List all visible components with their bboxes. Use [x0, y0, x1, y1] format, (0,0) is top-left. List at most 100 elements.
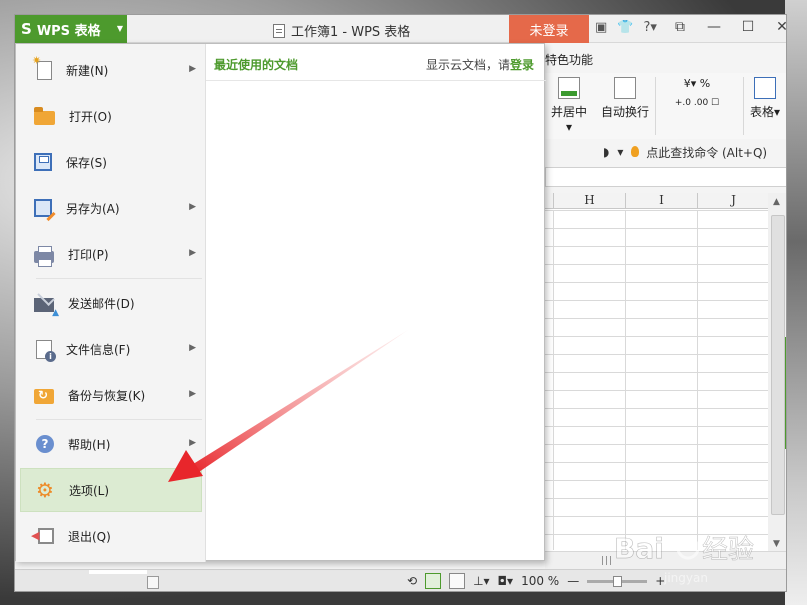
menu-item-label: 另存为(A)	[66, 201, 120, 216]
command-search[interactable]: 点此查找命令 (Alt+Q)	[631, 144, 767, 161]
menu-item-label: 退出(Q)	[68, 529, 111, 544]
menu-item-label: 帮助(H)	[68, 437, 111, 452]
menu-item-label: 文件信息(F)	[66, 342, 131, 357]
menu-item-label: 保存(S)	[66, 155, 107, 170]
menu-item-options[interactable]: ⚙ 选项(L)	[20, 468, 202, 512]
menu-item-save-as[interactable]: 另存为(A) ▶	[20, 186, 202, 230]
window-title: 工作簿1 - WPS 表格	[273, 21, 410, 40]
scroll-thumb[interactable]	[771, 215, 785, 515]
ribbon: 并居中 ▾ 自动换行 ¥▾ % +.0 .00 ☐ 表格▾	[545, 73, 786, 139]
menu-item-exit[interactable]: 退出(Q)	[20, 514, 202, 558]
table-style-button[interactable]: 表格▾	[745, 77, 785, 120]
merge-center-button[interactable]: 并居中 ▾	[547, 77, 591, 134]
app-button-label: WPS 表格	[36, 23, 101, 39]
scroll-down-icon[interactable]: ▼	[773, 539, 780, 549]
menu-item-help[interactable]: ? 帮助(H) ▶	[20, 422, 202, 466]
save-icon	[34, 153, 52, 171]
chevron-right-icon: ▶	[189, 343, 196, 353]
wrap-text-icon	[614, 77, 636, 99]
menu-item-new[interactable]: 新建(N) ▶	[20, 48, 202, 92]
chevron-right-icon: ▶	[189, 202, 196, 212]
menu-item-label: 备份与恢复(K)	[68, 388, 146, 403]
menu-item-save[interactable]: 保存(S)	[20, 140, 202, 184]
column-headers: H I J	[545, 193, 768, 209]
lightbulb-icon	[631, 145, 640, 157]
sheet-tab-area	[89, 570, 147, 574]
spreadsheet-grid[interactable]: H I J	[545, 193, 768, 551]
print-icon	[34, 245, 54, 267]
scroll-up-icon[interactable]: ▲	[773, 197, 780, 207]
desktop-background-right	[785, 0, 807, 605]
wps-spreadsheet-window: S WPS 表格 ▼ 工作簿1 - WPS 表格 未登录 ▣ 👕 ?▾ ⧉ — …	[14, 14, 787, 592]
ribbon-separator	[655, 77, 656, 135]
wps-logo-icon: S	[21, 20, 32, 38]
table-style-label: 表格	[749, 105, 774, 119]
save-as-icon	[34, 199, 52, 217]
page-break-view-icon[interactable]	[449, 573, 466, 589]
eye-protection-icon[interactable]: ◘▾	[498, 574, 514, 588]
open-folder-icon	[34, 107, 55, 125]
minimize-icon[interactable]: —	[705, 19, 723, 35]
column-header[interactable]: J	[697, 193, 769, 209]
chevron-right-icon: ▶	[189, 64, 196, 74]
wps-app-menu-button[interactable]: S WPS 表格 ▼	[15, 15, 127, 43]
history-icon[interactable]: ⟲	[407, 574, 417, 588]
percent-format-icon[interactable]: %	[700, 77, 710, 90]
menu-item-send-mail[interactable]: 发送邮件(D)	[20, 281, 202, 325]
svg-text:jingyan: jingyan	[663, 571, 708, 585]
chevron-right-icon: ▶	[189, 438, 196, 448]
reading-mode-icon[interactable]: ⊥▾	[473, 574, 489, 588]
cloud-login-link[interactable]: 登录	[510, 58, 534, 72]
menu-item-label: 打印(P)	[68, 247, 109, 262]
table-style-icon	[754, 77, 776, 99]
file-menu-popup: 新建(N) ▶ 打开(O) 保存(S) 另存为(A) ▶ 打印(P) ▶	[15, 43, 546, 562]
file-menu-list: 新建(N) ▶ 打开(O) 保存(S) 另存为(A) ▶ 打印(P) ▶	[16, 44, 206, 562]
normal-view-icon[interactable]	[425, 573, 442, 589]
workbook-icon	[273, 23, 285, 38]
window-controls: ⧉ — ☐ ✕	[671, 19, 786, 35]
help-icon: ?	[36, 435, 54, 453]
side-panel-toggle[interactable]	[785, 337, 786, 449]
backup-restore-icon	[34, 388, 54, 404]
tab-special-features[interactable]: 特色功能	[545, 51, 593, 68]
decimal-buttons[interactable]: +.0 .00 ☐	[667, 98, 727, 108]
close-icon[interactable]: ✕	[773, 19, 786, 35]
wrap-text-button[interactable]: 自动换行	[597, 77, 653, 120]
formula-bar[interactable]	[545, 167, 786, 187]
menu-item-open[interactable]: 打开(O)	[20, 94, 202, 138]
menu-item-print[interactable]: 打印(P) ▶	[20, 232, 202, 276]
number-format-group: ¥▾ % +.0 .00 ☐	[667, 77, 727, 108]
cloud-documents-hint: 显示云文档，请登录	[426, 56, 534, 73]
recent-divider	[206, 80, 546, 81]
cell-grid[interactable]	[545, 210, 768, 550]
document-status-icon	[147, 576, 159, 589]
svg-text:经验: 经验	[702, 535, 754, 565]
gear-icon: ⚙	[36, 478, 54, 502]
format-brush-icon[interactable]: ◗	[603, 145, 609, 159]
menu-item-file-info[interactable]: 文件信息(F) ▶	[20, 327, 202, 371]
menu-item-label: 选项(L)	[69, 483, 110, 498]
menu-item-label: 新建(N)	[66, 63, 109, 78]
skin-icon[interactable]: ▣	[595, 20, 607, 35]
help-dropdown-icon[interactable]: ?▾	[643, 20, 656, 35]
command-bar: ◗ ▾ 点此查找命令 (Alt+Q)	[545, 141, 786, 163]
currency-format-icon[interactable]: ¥▾	[684, 77, 697, 90]
maximize-icon[interactable]: ☐	[739, 19, 757, 35]
menu-item-backup-restore[interactable]: 备份与恢复(K) ▶	[20, 373, 202, 417]
merge-center-label: 并居中	[550, 105, 587, 119]
zoom-out-icon[interactable]: —	[567, 574, 579, 588]
zoom-level[interactable]: 100 %	[521, 574, 559, 588]
window-title-text: 工作簿1 - WPS 表格	[291, 25, 411, 40]
menu-separator	[36, 278, 202, 279]
insert-icon[interactable]: ▾	[617, 145, 623, 159]
column-header[interactable]: H	[553, 193, 625, 209]
menu-item-label: 发送邮件(D)	[68, 296, 135, 311]
restore-view-icon[interactable]: ⧉	[671, 19, 689, 35]
login-button[interactable]: 未登录	[509, 15, 589, 43]
send-mail-icon	[34, 297, 59, 318]
shirt-icon[interactable]: 👕	[617, 20, 633, 35]
title-toolbar-icons: ▣ 👕 ?▾	[595, 20, 657, 35]
baidu-watermark-logo: Bai 经验 jingyan	[614, 532, 755, 585]
column-header[interactable]: I	[625, 193, 697, 209]
new-document-icon	[32, 54, 52, 80]
